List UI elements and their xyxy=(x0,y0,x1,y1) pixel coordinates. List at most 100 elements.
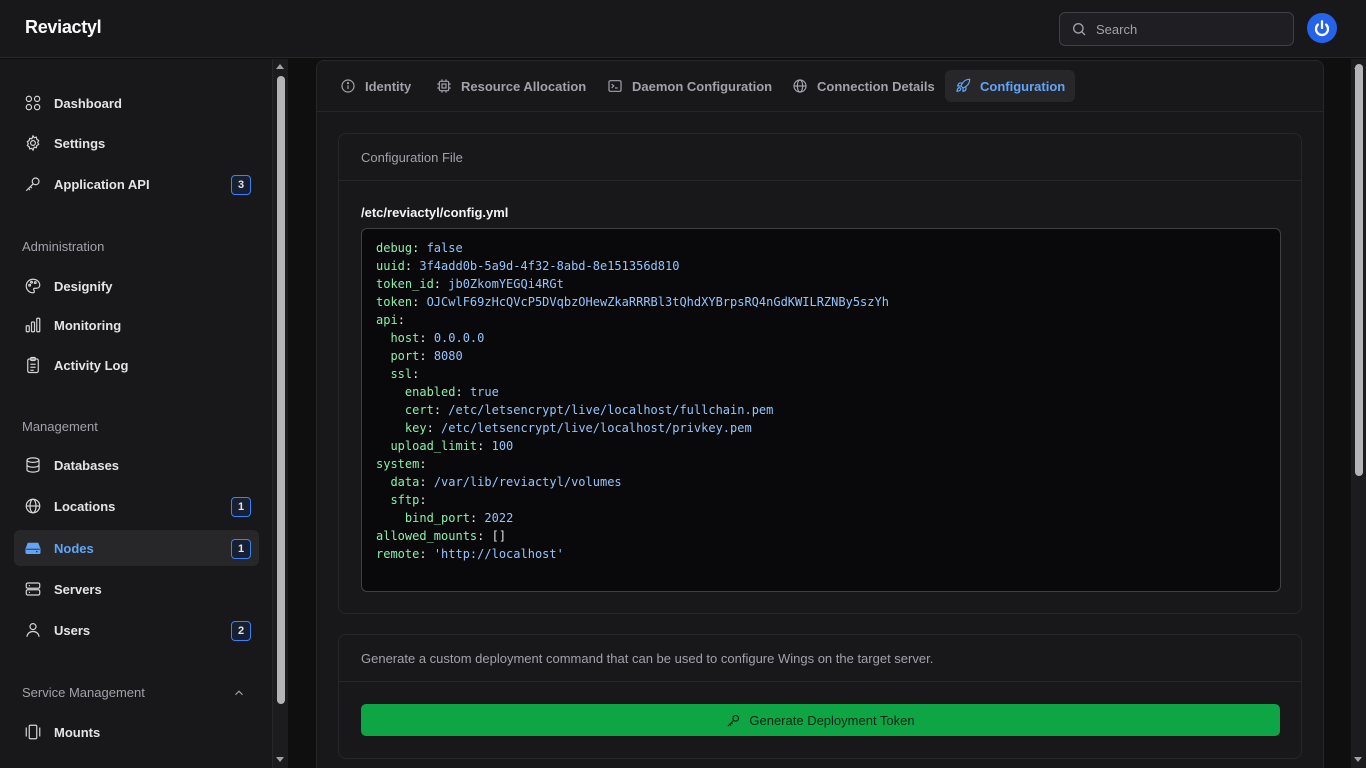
tab-daemon-configuration[interactable]: Daemon Configuration xyxy=(597,70,782,102)
config-line: bind_port: 2022 xyxy=(376,509,1266,527)
main-scrollbar[interactable] xyxy=(1351,59,1366,768)
config-code-block[interactable]: debug: false uuid: 3f4add0b-5a9d-4f32-8ab… xyxy=(361,228,1281,592)
colon: : xyxy=(404,259,420,273)
config-line: ssl: xyxy=(376,365,1266,383)
terminal-icon xyxy=(608,80,622,92)
sidebar-item-label: Nodes xyxy=(54,540,94,556)
sidebar-item-mounts[interactable]: Mounts xyxy=(14,714,259,750)
config-value: /etc/letsencrypt/live/localhost/privkey.… xyxy=(441,421,752,435)
config-line: remote: 'http://localhost' xyxy=(376,545,1266,563)
colon: : xyxy=(477,439,492,453)
config-value: 3f4add0b-5a9d-4f32-8abd-8e151356d810 xyxy=(419,259,680,273)
sidebar-item-users[interactable]: Users 2 xyxy=(14,612,259,648)
app-title[interactable]: Reviactyl xyxy=(25,17,102,38)
sidebar-scrollbar[interactable] xyxy=(273,59,288,768)
config-line: host: 0.0.0.0 xyxy=(376,329,1266,347)
tab-label: Configuration xyxy=(980,78,1066,94)
sidebar-item-servers[interactable]: Servers xyxy=(14,571,259,607)
sidebar-item-dashboard[interactable]: Dashboard xyxy=(14,85,259,121)
config-key: api xyxy=(376,313,398,327)
config-line: key: /etc/letsencrypt/live/localhost/pri… xyxy=(376,419,1266,437)
power-button[interactable] xyxy=(1307,13,1337,43)
count-badge: 1 xyxy=(231,539,251,559)
sidebar-item-activity-log[interactable]: Activity Log xyxy=(14,347,259,383)
globe-icon xyxy=(793,79,807,93)
sidebar-item-label: Servers xyxy=(54,581,102,597)
config-line: debug: false xyxy=(376,239,1266,257)
sidebar-item-monitoring[interactable]: Monitoring xyxy=(14,307,259,343)
config-key: upload_limit xyxy=(390,439,478,453)
colon: : xyxy=(419,349,434,363)
scroll-up-arrow[interactable] xyxy=(276,64,284,69)
config-key: debug xyxy=(376,241,413,255)
config-key: allowed_mounts xyxy=(376,529,478,543)
sidebar-item-label: Application API xyxy=(54,176,150,192)
colon: : xyxy=(477,529,492,543)
config-key: host xyxy=(390,331,420,345)
config-value: 2022 xyxy=(484,511,514,525)
grid-icon xyxy=(25,95,41,111)
clipboard-icon xyxy=(27,356,39,374)
config-value: 100 xyxy=(491,439,514,453)
sidebar-item-application-api[interactable]: Application API 3 xyxy=(14,166,259,202)
colon: : xyxy=(433,277,449,291)
config-value: 0.0.0.0 xyxy=(433,331,485,345)
sidebar-item-label: Users xyxy=(54,622,91,638)
config-value: /etc/letsencrypt/live/localhost/fullchai… xyxy=(448,403,774,417)
sidebar-item-nodes[interactable]: Nodes 1 xyxy=(14,530,259,566)
config-line: system: xyxy=(376,455,1266,473)
section-label-service-management[interactable]: Service Management xyxy=(22,685,145,700)
config-value: OJCwlF69zHcQVcP5DVqbzOHewZkaRRRBl3tQhdXY… xyxy=(426,295,889,309)
colon: : xyxy=(412,295,427,309)
deployment-description: Generate a custom deployment command tha… xyxy=(339,635,1301,682)
key-icon xyxy=(25,177,40,192)
tab-configuration[interactable]: Configuration xyxy=(945,70,1076,102)
colon: : xyxy=(419,547,434,561)
config-file-path: /etc/reviactyl/config.yml xyxy=(361,205,509,220)
deployment-card: Generate a custom deployment command tha… xyxy=(338,634,1302,759)
sidebar-item-label: Monitoring xyxy=(54,317,122,333)
server-icon xyxy=(25,582,41,596)
sidebar-item-locations[interactable]: Locations 1 xyxy=(14,488,259,524)
config-value: 'http://localhost' xyxy=(433,547,564,561)
gear-icon xyxy=(26,134,40,152)
scroll-down-arrow[interactable] xyxy=(276,757,284,762)
card-title: Configuration File xyxy=(339,134,1301,181)
count-badge: 1 xyxy=(231,497,251,517)
search-box[interactable] xyxy=(1059,12,1294,46)
tab-resource-allocation[interactable]: Resource Allocation xyxy=(426,70,596,102)
palette-icon xyxy=(25,278,41,294)
generate-deployment-token-button[interactable]: Generate Deployment Token xyxy=(361,704,1280,736)
sidebar-item-label: Dashboard xyxy=(54,95,122,111)
config-line: port: 8080 xyxy=(376,347,1266,365)
sidebar-item-label: Designify xyxy=(54,278,113,294)
sidebar-item-settings[interactable]: Settings xyxy=(14,125,259,161)
config-key: ssl xyxy=(390,367,413,381)
node-panel: Identity Resource Allocation Daemon Conf… xyxy=(316,60,1324,768)
tab-connection-details[interactable]: Connection Details xyxy=(782,70,945,102)
section-label-administration: Administration xyxy=(22,239,105,254)
sidebar-item-designify[interactable]: Designify xyxy=(14,268,259,304)
config-value: false xyxy=(426,241,463,255)
scroll-thumb[interactable] xyxy=(1355,64,1363,476)
tab-identity[interactable]: Identity xyxy=(330,70,421,102)
chevron-up-icon[interactable] xyxy=(232,686,246,700)
config-line: data: /var/lib/reviactyl/volumes xyxy=(376,473,1266,491)
scroll-thumb[interactable] xyxy=(277,76,285,704)
scroll-down-arrow[interactable] xyxy=(1354,757,1362,762)
sidebar-item-label: Settings xyxy=(54,135,106,151)
colon: : xyxy=(419,493,427,507)
config-line: allowed_mounts: [] xyxy=(376,527,1266,545)
sidebar-item-databases[interactable]: Databases xyxy=(14,447,259,483)
search-input[interactable] xyxy=(1096,21,1276,37)
configuration-file-card: Configuration File /etc/reviactyl/config… xyxy=(338,133,1302,614)
top-bar: Reviactyl xyxy=(0,0,1366,58)
